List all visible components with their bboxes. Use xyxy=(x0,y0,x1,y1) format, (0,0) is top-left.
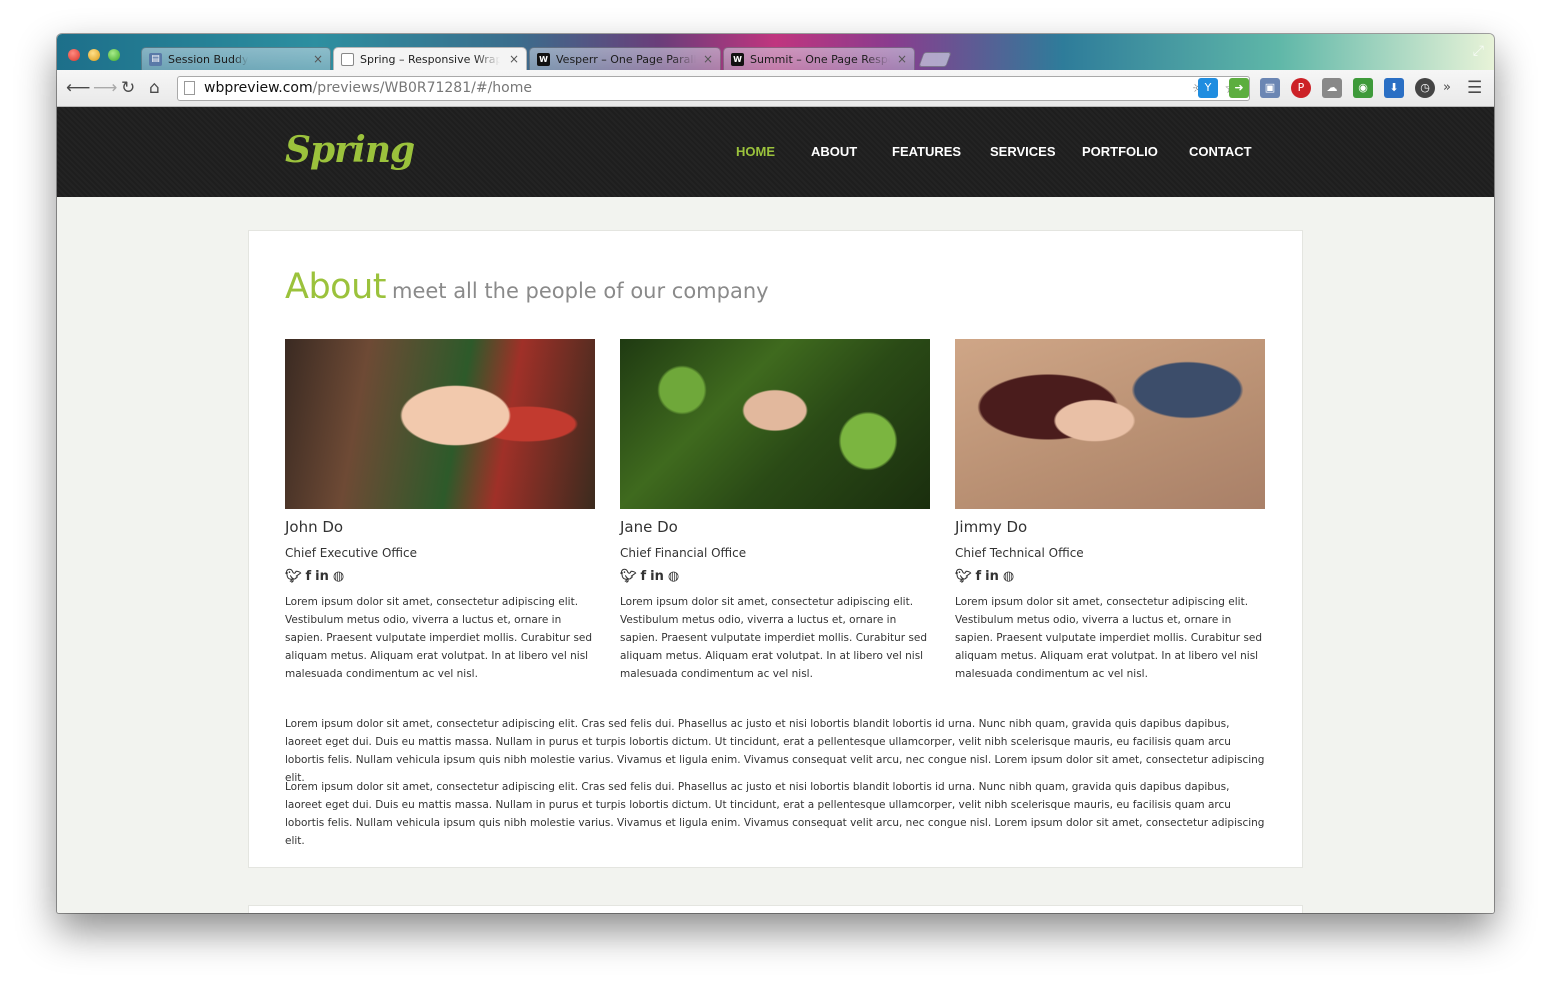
close-tab-icon[interactable]: × xyxy=(897,48,907,70)
twitter-icon[interactable]: 🐦︎ xyxy=(620,569,637,584)
pinterest-icon[interactable]: P xyxy=(1291,78,1311,98)
github-icon[interactable]: ◍ xyxy=(333,569,344,584)
twitter-icon[interactable]: 🐦︎ xyxy=(285,569,302,584)
zoom-window-button[interactable] xyxy=(108,49,120,61)
close-tab-icon[interactable]: × xyxy=(313,48,323,70)
session-buddy-icon: ▤ xyxy=(149,53,162,66)
site-logo[interactable]: Spring xyxy=(285,129,415,171)
browser-window: ▤ Session Buddy × Spring – Responsive Wr… xyxy=(57,34,1494,913)
tab-spring[interactable]: Spring – Responsive Wrap × xyxy=(333,47,527,70)
next-section xyxy=(248,905,1303,913)
about-heading: About xyxy=(285,267,386,307)
overflow-extensions-icon[interactable]: » xyxy=(1443,79,1451,97)
github-icon[interactable]: ◍ xyxy=(1003,569,1014,584)
tab-summit[interactable]: W Summit – One Page Respo × xyxy=(723,47,915,70)
facebook-icon[interactable]: f xyxy=(976,569,982,584)
download-icon[interactable]: ⬇ xyxy=(1384,78,1404,98)
extension-cloud-icon[interactable]: ☁ xyxy=(1322,78,1342,98)
member-bio: Lorem ipsum dolor sit amet, consectetur … xyxy=(285,596,593,680)
section-title: About meet all the people of our company xyxy=(285,267,769,307)
menu-icon[interactable]: ☰ xyxy=(1467,79,1482,97)
new-tab-button[interactable] xyxy=(918,52,952,67)
page-icon xyxy=(184,81,195,95)
extension-chrome-icon[interactable]: ◉ xyxy=(1353,78,1373,98)
social-links: 🐦︎ f in ◍ xyxy=(285,569,595,585)
tab-vesperr[interactable]: W Vesperr – One Page Paralla × xyxy=(529,47,721,70)
address-bar[interactable]: wbpreview.com/previews/WB0R71281/#/home … xyxy=(177,76,1250,101)
extension-arrow-icon[interactable]: ➜ xyxy=(1229,78,1249,98)
social-links: 🐦︎ f in ◍ xyxy=(620,569,930,585)
nav-services[interactable]: SERVICES xyxy=(990,144,1056,159)
about-section: About meet all the people of our company … xyxy=(248,230,1303,868)
member-role: Chief Technical Office xyxy=(955,546,1084,560)
member-name: Jane Do xyxy=(620,518,678,536)
fullscreen-icon[interactable]: ⤢ xyxy=(1473,43,1484,59)
close-tab-icon[interactable]: × xyxy=(703,48,713,70)
close-window-button[interactable] xyxy=(68,49,80,61)
clock-icon[interactable]: ◷ xyxy=(1415,78,1435,98)
tab-title: Spring – Responsive Wrap xyxy=(360,53,500,66)
member-photo xyxy=(285,339,595,509)
linkedin-icon[interactable]: in xyxy=(315,569,329,584)
member-photo xyxy=(620,339,930,509)
back-icon[interactable]: ⟵ xyxy=(66,79,90,97)
close-tab-icon[interactable]: × xyxy=(509,48,519,70)
url-text: wbpreview.com/previews/WB0R71281/#/home xyxy=(204,77,532,100)
member-name: Jimmy Do xyxy=(955,518,1028,536)
tab-title: Summit – One Page Respo xyxy=(750,53,890,66)
github-icon[interactable]: ◍ xyxy=(668,569,679,584)
nav-contact[interactable]: CONTACT xyxy=(1189,144,1252,159)
facebook-icon[interactable]: f xyxy=(306,569,312,584)
minimize-window-button[interactable] xyxy=(88,49,100,61)
nav-home[interactable]: HOME xyxy=(736,144,775,159)
linkedin-icon[interactable]: in xyxy=(985,569,999,584)
member-photo xyxy=(955,339,1265,509)
nav-about[interactable]: ABOUT xyxy=(811,144,857,159)
team-member-card: John Do Chief Executive Office 🐦︎ f in ◍ Lo… xyxy=(285,339,595,683)
tab-title: Vesperr – One Page Paralla xyxy=(556,53,696,66)
nav-features[interactable]: FEATURES xyxy=(892,144,961,159)
site-header: Spring HOME ABOUT FEATURES SERVICES PORT… xyxy=(57,107,1494,197)
tab-strip: ▤ Session Buddy × Spring – Responsive Wr… xyxy=(57,34,1494,70)
linkedin-icon[interactable]: in xyxy=(650,569,664,584)
document-icon xyxy=(341,53,354,66)
about-paragraph: Lorem ipsum dolor sit amet, consectetur … xyxy=(285,718,1265,784)
social-links: 🐦︎ f in ◍ xyxy=(955,569,1265,585)
twitter-icon[interactable]: 🐦︎ xyxy=(955,569,972,584)
extension-y-icon[interactable]: Y xyxy=(1198,78,1218,98)
facebook-icon[interactable]: f xyxy=(641,569,647,584)
wrapbootstrap-icon: W xyxy=(731,53,744,66)
url-host: wbpreview.com xyxy=(204,80,313,96)
wrapbootstrap-icon: W xyxy=(537,53,550,66)
about-subheading: meet all the people of our company xyxy=(391,279,769,303)
home-icon[interactable]: ⌂ xyxy=(149,79,160,97)
member-role: Chief Financial Office xyxy=(620,546,747,560)
extension-window-icon[interactable]: ▣ xyxy=(1260,78,1280,98)
reload-icon[interactable]: ↻ xyxy=(121,79,135,97)
url-path: /previews/WB0R71281/#/home xyxy=(312,80,532,96)
team-member-card: Jimmy Do Chief Technical Office 🐦︎ f in ◍ L… xyxy=(955,339,1265,683)
browser-toolbar: ⟵ ⟶ ↻ ⌂ wbpreview.com/previews/WB0R71281… xyxy=(57,70,1494,107)
about-paragraph: Lorem ipsum dolor sit amet, consectetur … xyxy=(285,781,1265,847)
member-role: Chief Executive Office xyxy=(285,546,418,560)
forward-icon[interactable]: ⟶ xyxy=(93,79,117,97)
team-member-card: Jane Do Chief Financial Office 🐦︎ f in ◍ Lo… xyxy=(620,339,930,683)
tab-session-buddy[interactable]: ▤ Session Buddy × xyxy=(141,47,331,70)
nav-portfolio[interactable]: PORTFOLIO xyxy=(1082,144,1158,159)
tab-title: Session Buddy xyxy=(168,53,249,66)
member-bio: Lorem ipsum dolor sit amet, consectetur … xyxy=(620,596,928,680)
member-bio: Lorem ipsum dolor sit amet, consectetur … xyxy=(955,596,1263,680)
page-viewport: Spring HOME ABOUT FEATURES SERVICES PORT… xyxy=(57,107,1494,913)
member-name: John Do xyxy=(285,518,344,536)
